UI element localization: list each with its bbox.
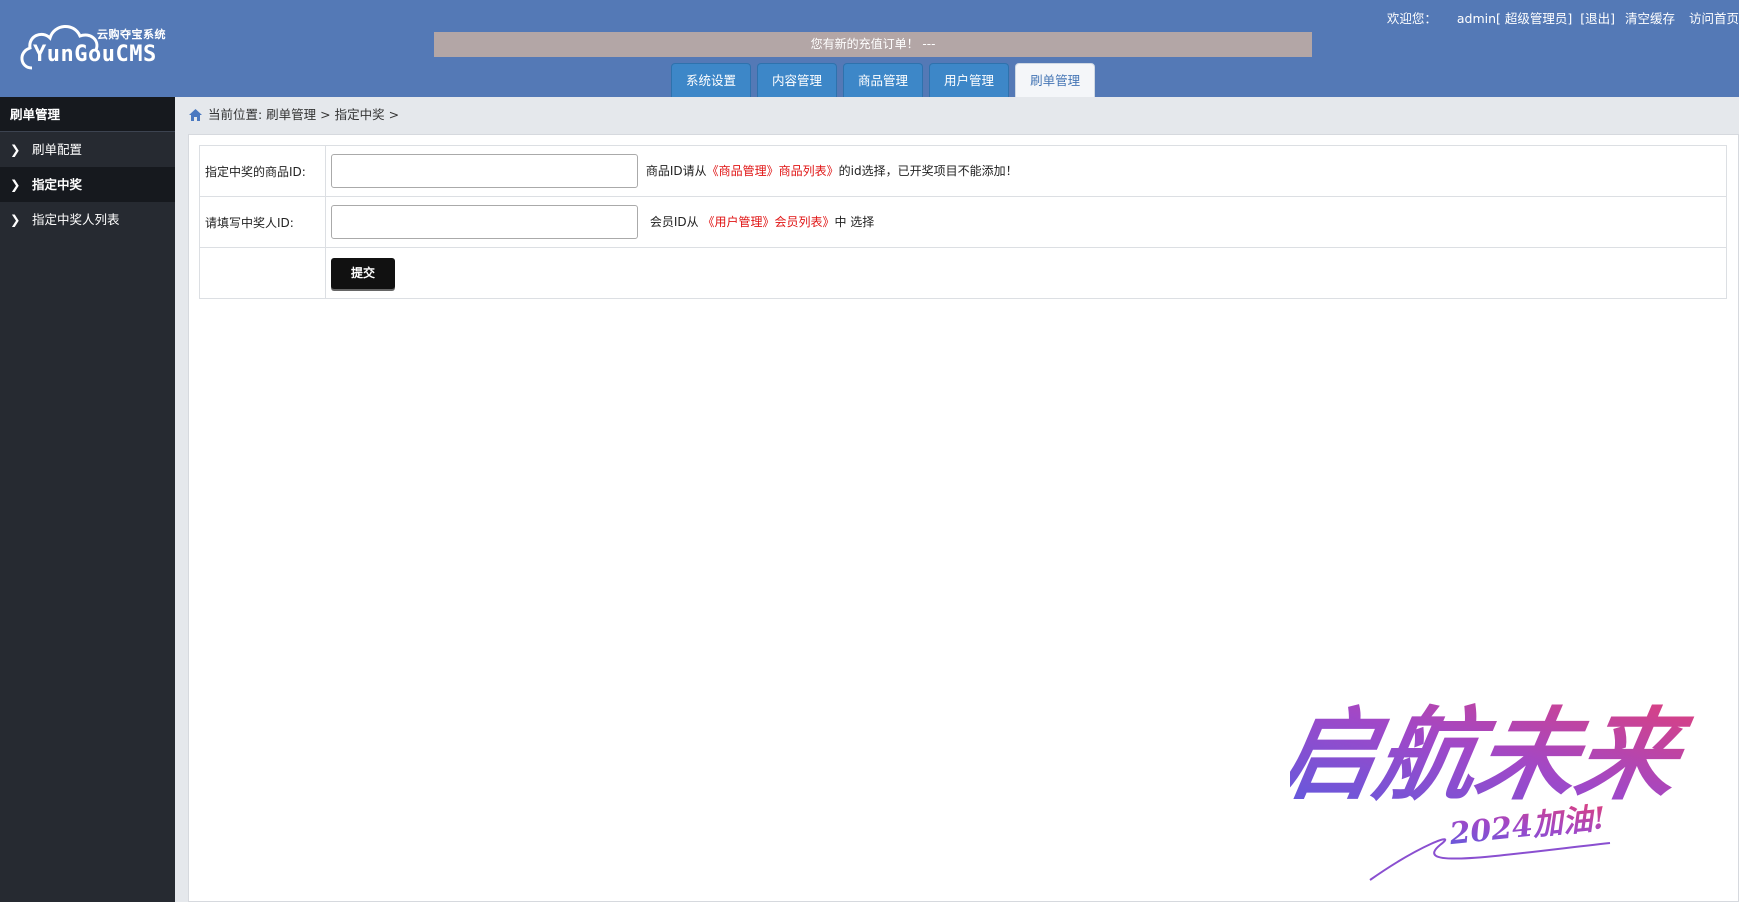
order-notice[interactable]: 您有新的充值订单！ --- xyxy=(434,32,1312,57)
home-icon xyxy=(189,109,202,121)
hint-text: 中 选择 xyxy=(834,214,875,229)
sidebar-item-label: 指定中奖 xyxy=(32,177,83,192)
tab-product-management[interactable]: 商品管理 xyxy=(843,63,924,97)
product-id-input[interactable] xyxy=(331,154,638,188)
visit-home-link[interactable]: 访问首页 xyxy=(1689,11,1739,26)
breadcrumb: 当前位置: 刷单管理 > 指定中奖 > xyxy=(188,104,399,126)
chevron-right-icon: ❯ xyxy=(10,212,21,227)
username: admin xyxy=(1456,11,1497,26)
winner-id-cell: 会员ID从 《用户管理》会员列表》中 选择 xyxy=(325,196,1727,248)
hint-text: 商品ID请从 xyxy=(645,163,707,178)
winner-id-label: 请填写中奖人ID: xyxy=(199,196,326,248)
form-row-product: 指定中奖的商品ID: 商品ID请从《商品管理》商品列表》的id选择，已开奖项目不… xyxy=(199,145,1727,197)
tab-system-settings[interactable]: 系统设置 xyxy=(671,63,752,97)
user-bar: 欢迎您： admin[ 超级管理员] [退出] 清空缓存 访问首页 xyxy=(1381,8,1739,27)
form-row-submit: 提交 xyxy=(199,247,1727,299)
sidebar-item-brush-config[interactable]: ❯ 刷单配置 xyxy=(0,132,175,167)
chevron-right-icon: ❯ xyxy=(10,177,21,192)
hint-text: 会员ID从 xyxy=(649,214,699,229)
sidebar-item-label: 刷单配置 xyxy=(32,142,83,157)
role-label: [ 超级管理员] xyxy=(1496,11,1573,26)
member-list-link[interactable]: 《用户管理》会员列表》 xyxy=(702,215,834,229)
sidebar: 刷单管理 ❯ 刷单配置 ❯ 指定中奖 ❯ 指定中奖人列表 xyxy=(0,97,175,902)
product-id-hint: 商品ID请从《商品管理》商品列表》的id选择，已开奖项目不能添加！ xyxy=(646,164,1018,178)
sidebar-item-winner-list[interactable]: ❯ 指定中奖人列表 xyxy=(0,202,175,237)
logout-link[interactable]: [退出] xyxy=(1580,11,1615,26)
product-list-link[interactable]: 《商品管理》商品列表》 xyxy=(707,164,839,178)
submit-button[interactable]: 提交 xyxy=(331,257,395,289)
tab-content-management[interactable]: 内容管理 xyxy=(757,63,838,97)
logo-subtitle: 云购夺宝系统 xyxy=(97,28,166,41)
chevron-right-icon: ❯ xyxy=(10,142,21,157)
welcome-label: 欢迎您： xyxy=(1386,11,1437,26)
product-id-label: 指定中奖的商品ID: xyxy=(199,145,326,197)
designate-winner-form: 指定中奖的商品ID: 商品ID请从《商品管理》商品列表》的id选择，已开奖项目不… xyxy=(199,145,1727,299)
winner-id-hint: 会员ID从 《用户管理》会员列表》中 选择 xyxy=(650,215,874,229)
logo[interactable]: 云购夺宝系统 YunGouCMS xyxy=(18,18,178,78)
main-tabs: 系统设置 内容管理 商品管理 用户管理 刷单管理 xyxy=(671,63,1096,97)
tab-order-brushing[interactable]: 刷单管理 xyxy=(1015,63,1096,97)
submit-cell: 提交 xyxy=(325,247,1727,299)
logo-title: YunGouCMS xyxy=(33,42,157,67)
sidebar-item-designate-winner[interactable]: ❯ 指定中奖 xyxy=(0,167,175,202)
sidebar-title: 刷单管理 xyxy=(0,97,175,132)
top-header: 云购夺宝系统 YunGouCMS 您有新的充值订单！ --- 欢迎您： admi… xyxy=(0,0,1739,97)
tab-user-management[interactable]: 用户管理 xyxy=(929,63,1010,97)
sidebar-item-label: 指定中奖人列表 xyxy=(32,212,120,227)
clear-cache-link[interactable]: 清空缓存 xyxy=(1625,11,1675,26)
form-row-winner: 请填写中奖人ID: 会员ID从 《用户管理》会员列表》中 选择 xyxy=(199,196,1727,248)
breadcrumb-text: 当前位置: 刷单管理 > 指定中奖 > xyxy=(208,107,400,122)
empty-label-cell xyxy=(199,247,326,299)
hint-text: 的id选择，已开奖项目不能添加！ xyxy=(838,163,1018,178)
main-content: 指定中奖的商品ID: 商品ID请从《商品管理》商品列表》的id选择，已开奖项目不… xyxy=(188,134,1739,902)
winner-id-input[interactable] xyxy=(331,205,638,239)
product-id-cell: 商品ID请从《商品管理》商品列表》的id选择，已开奖项目不能添加！ xyxy=(325,145,1727,197)
